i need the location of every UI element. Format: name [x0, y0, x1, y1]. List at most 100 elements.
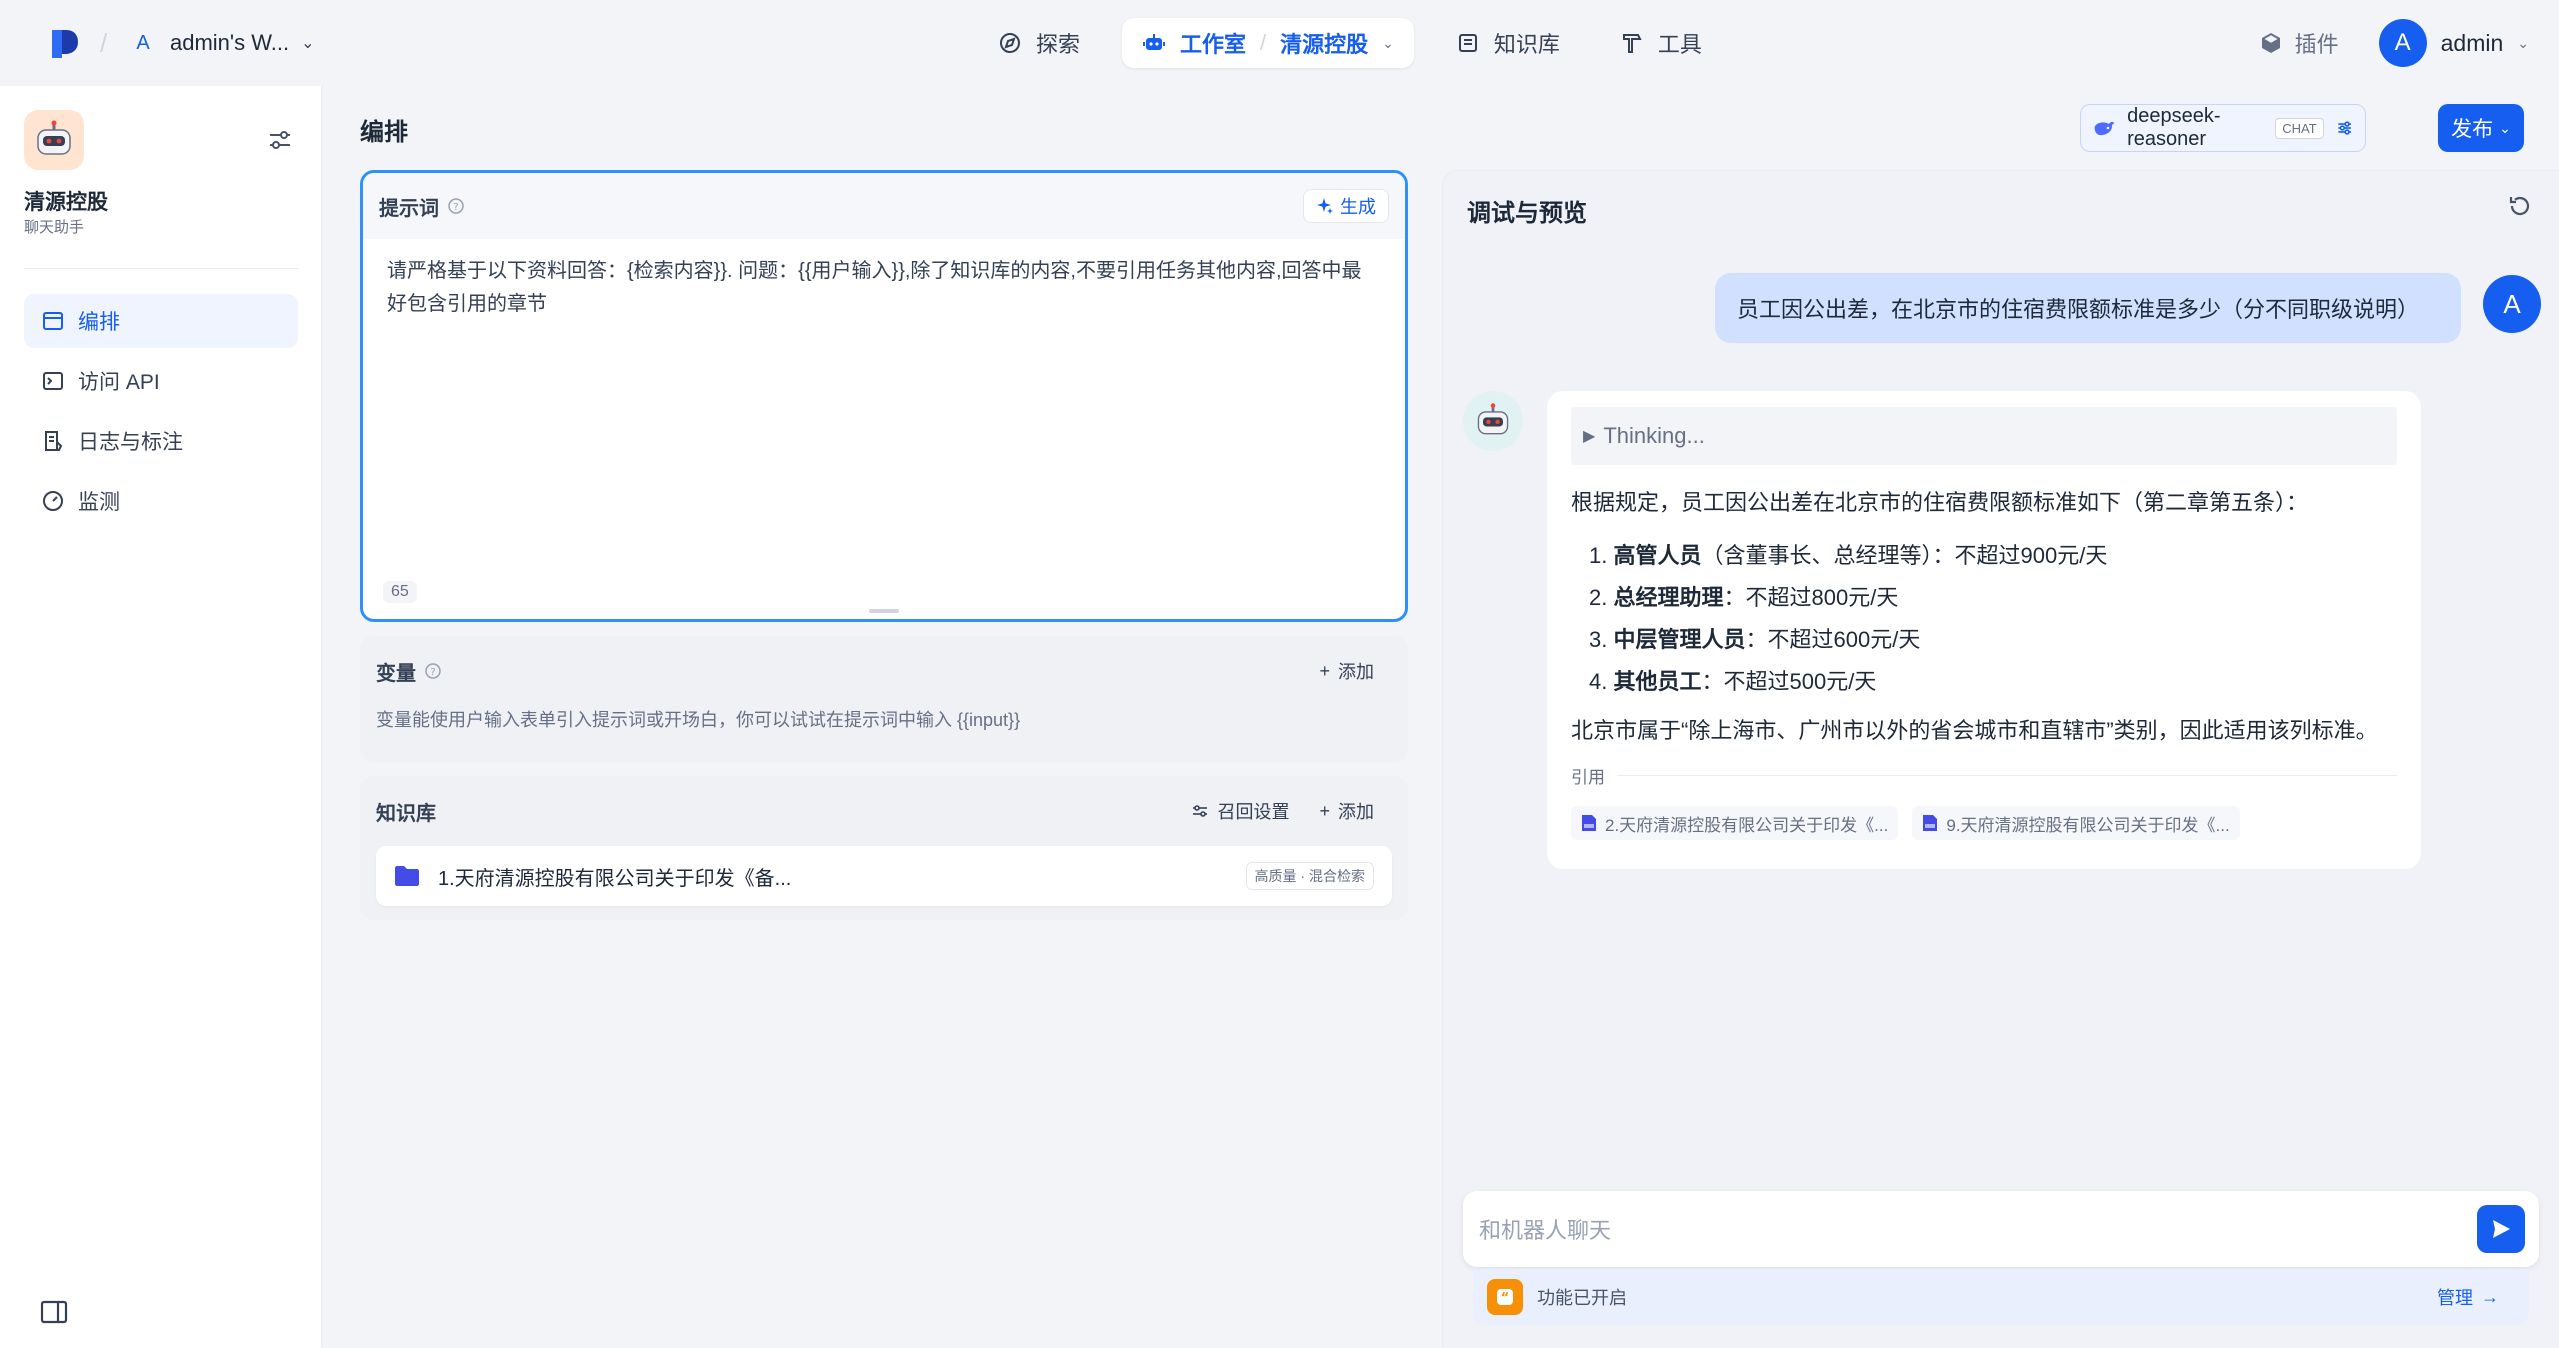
manage-label: 管理	[2437, 1288, 2473, 1308]
user-menu[interactable]: A admin ⌄	[2378, 19, 2529, 67]
hammer-icon	[1622, 34, 1642, 53]
gauge-icon	[43, 491, 63, 511]
nav-knowledge[interactable]: 知识库	[1438, 18, 1578, 68]
model-selector[interactable]: deepseek-reasoner CHAT	[2080, 104, 2366, 152]
nav-tools-label: 工具	[1657, 32, 1702, 57]
list-number: 3.	[1589, 627, 1608, 652]
settings-sliders-icon[interactable]	[266, 126, 294, 154]
settings-sliders-icon[interactable]	[2336, 117, 2353, 139]
add-variable-button[interactable]: + 添加	[1319, 658, 1392, 684]
quote-icon: “	[1487, 1279, 1523, 1315]
chevron-down-icon: ⌄	[2499, 119, 2511, 136]
app-logo[interactable]	[48, 26, 82, 60]
list-detail: ：不超过600元/天	[1745, 627, 1921, 652]
nav-studio-label: 工作室	[1180, 32, 1247, 57]
list-role: 其他员工	[1613, 669, 1702, 694]
nav-knowledge-label: 知识库	[1493, 32, 1560, 57]
list-item: 4. 其他员工：不超过500元/天	[1589, 661, 2397, 703]
model-mode-badge: CHAT	[2275, 117, 2324, 139]
sidebar-item-logs[interactable]: 日志与标注	[24, 414, 298, 468]
thinking-toggle[interactable]: ▶ Thinking...	[1571, 407, 2397, 465]
workspace-name: admin's W...	[170, 30, 290, 55]
list-number: 1.	[1589, 543, 1608, 568]
cube-icon	[2261, 33, 2280, 53]
citation-list: 2.天府清源控股有限公司关于印发《... 9.天府清源控股有限公司关于印发《..…	[1571, 806, 2397, 840]
nav-tools[interactable]: 工具	[1602, 18, 1720, 68]
robot-icon	[37, 120, 71, 155]
thinking-label: Thinking...	[1603, 423, 1705, 448]
sidebar-menu: 编排 访问 API 日志与标注 监测	[24, 294, 298, 534]
robot-icon	[1477, 403, 1509, 435]
help-icon[interactable]: ?	[447, 197, 465, 215]
resize-handle[interactable]	[869, 609, 899, 613]
nav-separator: /	[1260, 30, 1267, 55]
manage-link[interactable]: 管理 →	[2437, 1284, 2515, 1310]
debug-title: 调试与预览	[1467, 200, 1587, 227]
list-role: 总经理助理	[1613, 585, 1724, 610]
citation-item[interactable]: 9.天府清源控股有限公司关于印发《...	[1912, 806, 2240, 840]
variables-section: 变量 ? + 添加 变量能使用户输入表单引入提示词或开场白，你可以试试在提示词中…	[360, 636, 1408, 762]
chevron-down-icon[interactable]: ⌄	[1382, 35, 1394, 52]
app-sidebar: 清源控股 聊天助手 编排 访问 API 日志与标注 监测	[0, 86, 322, 1348]
prompt-label: 提示词	[379, 197, 439, 220]
bot-avatar	[1463, 391, 1523, 451]
workspace-switcher[interactable]: A admin's W... ⌄	[128, 22, 315, 64]
send-button[interactable]	[2477, 1205, 2525, 1253]
chat-input-placeholder: 和机器人聊天	[1479, 1218, 1612, 1243]
add-knowledge-button[interactable]: + 添加	[1319, 798, 1392, 824]
svg-text:?: ?	[453, 202, 458, 213]
layout-icon	[43, 312, 63, 330]
knowledge-item[interactable]: 1.天府清源控股有限公司关于印发《备... 高质量 · 混合检索	[376, 846, 1392, 906]
plugins-label: 插件	[2294, 32, 2339, 57]
sidebar-item-api[interactable]: 访问 API	[24, 354, 298, 408]
answer-list: 1. 高管人员（含董事长、总经理等）：不超过900元/天 2. 总经理助理：不超…	[1571, 535, 2397, 703]
sidebar-item-orchestrate[interactable]: 编排	[24, 294, 298, 348]
top-right-area: 插件 A admin ⌄	[2259, 18, 2529, 68]
list-detail: ：不超过800元/天	[1723, 585, 1899, 610]
user-name: admin	[2440, 29, 2504, 56]
plus-icon: +	[1319, 660, 1330, 681]
sidebar-item-label: 编排	[78, 311, 120, 334]
svg-text:?: ?	[430, 667, 435, 678]
sidebar-item-monitor[interactable]: 监测	[24, 474, 298, 528]
terminal-icon	[43, 372, 63, 390]
current-app-name[interactable]: 清源控股	[1280, 27, 1368, 59]
citation-title: 9.天府清源控股有限公司关于印发《...	[1946, 815, 2230, 835]
list-role: 中层管理人员	[1613, 627, 1746, 652]
nav-studio[interactable]: 工作室 / 清源控股 ⌄	[1122, 18, 1414, 68]
list-item: 2. 总经理助理：不超过800元/天	[1589, 577, 2397, 619]
prompt-editor[interactable]: 提示词 ? 生成 请严格基于以下资料回答：{检索内容}}. 问题：{{用户输入}…	[360, 170, 1408, 622]
knowledge-section: 知识库 召回设置 + 添加 1.天府清源控股有限公司关于印发《备... 高质量 …	[360, 776, 1408, 920]
app-type: 聊天助手	[24, 219, 85, 236]
list-role: 高管人员	[1613, 543, 1702, 568]
main-nav: 探索 工作室 / 清源控股 ⌄ 知识库 工具	[980, 18, 1720, 68]
doc-file-icon	[1582, 815, 1596, 831]
variables-label: 变量	[376, 662, 416, 685]
sparkle-icon	[1317, 198, 1333, 214]
feature-text: 功能已开启	[1537, 1288, 1627, 1308]
sidebar-item-label: 日志与标注	[78, 431, 183, 454]
char-count-badge: 65	[383, 581, 417, 603]
list-number: 2.	[1589, 585, 1608, 610]
prompt-header: 提示词 ? 生成	[363, 173, 1405, 239]
knowledge-header: 知识库 召回设置 + 添加	[376, 776, 1392, 846]
model-name: deepseek-reasoner	[2127, 105, 2221, 150]
generate-button[interactable]: 生成	[1303, 189, 1389, 223]
chevron-down-icon: ⌄	[301, 35, 315, 52]
add-label: 添加	[1338, 802, 1374, 822]
plugins-button[interactable]: 插件	[2259, 27, 2339, 59]
recall-settings-button[interactable]: 召回设置	[1191, 798, 1319, 824]
list-item: 1. 高管人员（含董事长、总经理等）：不超过900元/天	[1589, 535, 2397, 577]
sidebar-item-label: 访问 API	[78, 371, 160, 394]
nav-explore[interactable]: 探索	[980, 18, 1098, 68]
refresh-icon[interactable]	[2507, 193, 2533, 219]
prompt-textarea[interactable]: 请严格基于以下资料回答：{检索内容}}. 问题：{{用户输入}},除了知识库的内…	[363, 239, 1405, 337]
citation-label: 引用	[1571, 768, 1605, 787]
collapse-sidebar-icon[interactable]	[40, 1300, 68, 1324]
list-detail: （含董事长、总经理等）：不超过900元/天	[1701, 543, 2108, 568]
chat-input[interactable]: 和机器人聊天	[1463, 1191, 2539, 1267]
add-label: 添加	[1338, 662, 1374, 682]
help-icon[interactable]: ?	[424, 662, 442, 680]
citation-item[interactable]: 2.天府清源控股有限公司关于印发《...	[1571, 806, 1899, 840]
publish-button[interactable]: 发布 ⌄	[2438, 104, 2524, 152]
